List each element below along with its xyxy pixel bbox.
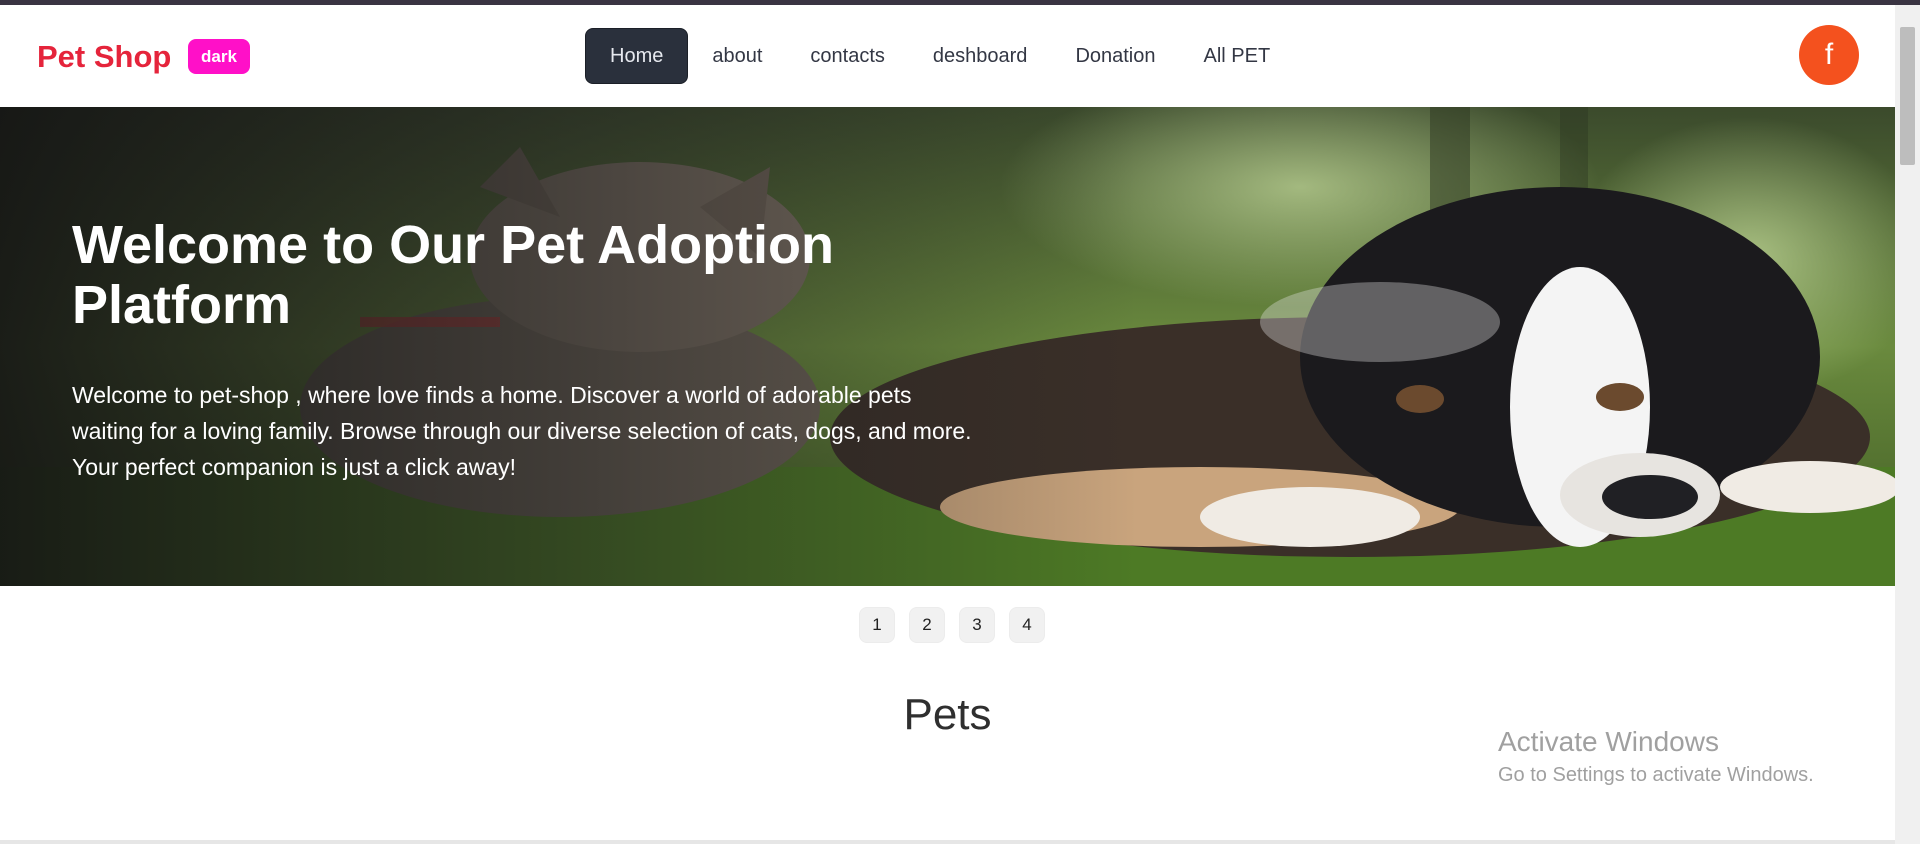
- scrollbar-thumb[interactable]: [1900, 27, 1915, 165]
- nav-item-dashboard[interactable]: deshboard: [909, 29, 1052, 83]
- theme-toggle-button[interactable]: dark: [188, 39, 250, 74]
- nav-item-about[interactable]: about: [688, 29, 786, 83]
- hero-description: Welcome to pet-shop , where love finds a…: [72, 382, 972, 480]
- nav-item-contacts[interactable]: contacts: [786, 29, 908, 83]
- watermark-title: Activate Windows: [1498, 726, 1719, 757]
- carousel-slide-4-button[interactable]: 4: [1009, 607, 1045, 643]
- windows-activation-watermark: Activate Windows Go to Settings to activ…: [1498, 726, 1814, 787]
- carousel-slide-2-button[interactable]: 2: [909, 607, 945, 643]
- main-nav: Home about contacts deshboard Donation A…: [585, 28, 1295, 84]
- carousel-slide-3-button[interactable]: 3: [959, 607, 995, 643]
- nav-item-donation[interactable]: Donation: [1051, 29, 1179, 83]
- nav-item-all-pet[interactable]: All PET: [1180, 29, 1295, 83]
- hero-title: Welcome to Our Pet Adoption Platform: [72, 215, 835, 335]
- page-bottom-edge: [0, 840, 1895, 844]
- nav-item-home[interactable]: Home: [585, 28, 689, 84]
- carousel-pagination: 1 2 3 4: [859, 607, 1059, 643]
- carousel-slide-1-button[interactable]: 1: [859, 607, 895, 643]
- brand-logo[interactable]: Pet Shop: [37, 39, 171, 75]
- watermark-subtitle: Go to Settings to activate Windows.: [1498, 764, 1814, 786]
- page-scrollbar[interactable]: [1895, 5, 1920, 844]
- hero-overlay: [0, 107, 1895, 586]
- facebook-icon[interactable]: f: [1799, 25, 1859, 85]
- navbar: Pet Shop dark Home about contacts deshbo…: [0, 5, 1895, 107]
- hero-banner: Welcome to Our Pet Adoption Platform Wel…: [0, 107, 1895, 586]
